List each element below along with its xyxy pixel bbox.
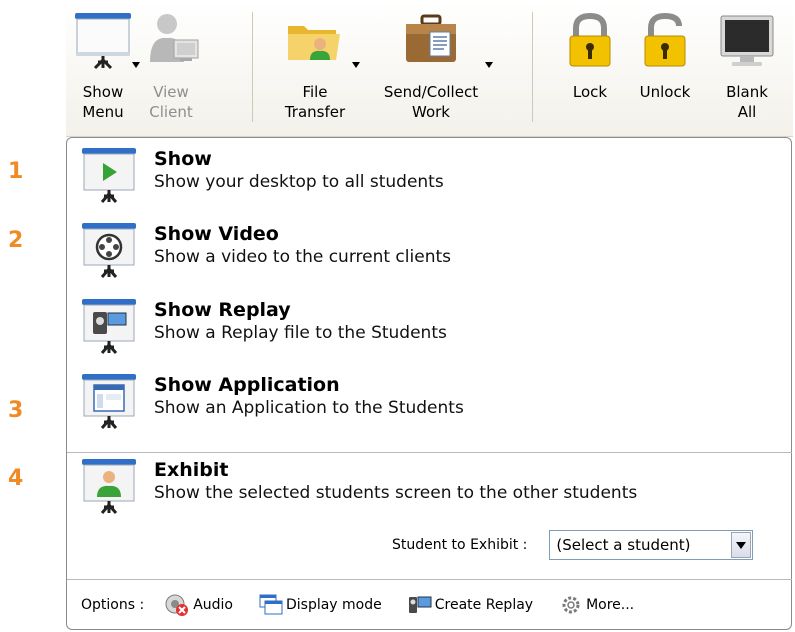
step-number-3: 3 xyxy=(8,398,24,423)
show-video-title: Show Video xyxy=(154,223,279,245)
options-label: Options : xyxy=(81,596,145,613)
panel-divider xyxy=(67,452,792,453)
lock-label: Lock xyxy=(572,83,608,101)
view-client-button[interactable]: View Client xyxy=(136,10,206,126)
blank-all-label: Blank All xyxy=(726,83,768,121)
display-mode-label: Display mode xyxy=(285,596,382,613)
file-transfer-button[interactable]: File Transfer xyxy=(280,10,360,126)
application-window-screen-icon xyxy=(80,372,138,430)
create-replay-option[interactable]: Create Replay xyxy=(408,594,533,616)
unlock-label: Unlock xyxy=(639,83,691,101)
blank-all-button[interactable]: Blank All xyxy=(712,10,782,126)
show-description: Show your desktop to all students xyxy=(154,172,444,192)
unlock-button[interactable]: Unlock xyxy=(630,10,700,126)
create-replay-label: Create Replay xyxy=(434,596,534,613)
camcorder-screen-icon xyxy=(80,297,138,355)
user-monitor-icon xyxy=(140,10,202,72)
show-replay-title: Show Replay xyxy=(154,299,291,321)
padlock-open-icon xyxy=(634,10,696,72)
dropdown-arrow-button[interactable] xyxy=(731,532,752,558)
briefcase-icon xyxy=(400,10,493,72)
menu-item-show-replay[interactable]: Show Replay Show a Replay file to the St… xyxy=(80,297,447,355)
student-to-exhibit-label: Student to Exhibit : xyxy=(392,537,528,553)
more-label: More... xyxy=(586,596,635,613)
exhibit-description: Show the selected students screen to the… xyxy=(154,483,638,503)
display-mode-icon xyxy=(259,594,283,614)
lock-button[interactable]: Lock xyxy=(555,10,625,126)
view-client-label: View Client xyxy=(149,83,193,121)
step-number-4: 4 xyxy=(8,466,24,491)
student-to-exhibit-row: Student to Exhibit : (Select a student) xyxy=(392,530,754,560)
gear-icon xyxy=(562,596,580,613)
show-application-description: Show an Application to the Students xyxy=(154,398,464,418)
menu-item-show-video[interactable]: Show Video Show a video to the current c… xyxy=(80,221,451,279)
display-mode-option[interactable]: Display mode xyxy=(259,594,382,616)
monitor-icon xyxy=(716,10,778,72)
send-collect-work-button[interactable]: Send/Collect Work xyxy=(376,10,493,126)
step-number-2: 2 xyxy=(8,228,24,253)
student-select-value: (Select a student) xyxy=(556,536,691,554)
play-screen-icon xyxy=(80,146,138,204)
exhibit-title: Exhibit xyxy=(154,459,229,481)
speaker-muted-icon xyxy=(165,594,189,616)
step-number-1: 1 xyxy=(8,159,24,184)
student-screen-icon xyxy=(80,457,138,515)
menu-item-show[interactable]: Show Show your desktop to all students xyxy=(80,146,444,204)
student-select-dropdown[interactable]: (Select a student) xyxy=(549,530,754,560)
menu-item-show-application[interactable]: Show Application Show an Application to … xyxy=(80,372,464,430)
padlock-closed-icon xyxy=(559,10,621,72)
audio-option[interactable]: Audio xyxy=(164,593,233,617)
camcorder-icon xyxy=(408,596,432,613)
audio-label: Audio xyxy=(193,596,233,613)
options-row: Options : Audio Display mode Create Repl… xyxy=(67,580,792,629)
show-menu-button[interactable]: Show Menu xyxy=(68,10,140,126)
show-menu-label: Show Menu xyxy=(82,83,124,121)
toolbar-divider xyxy=(532,12,533,122)
chevron-down-icon xyxy=(736,541,747,549)
more-option[interactable]: More... xyxy=(559,593,634,617)
send-collect-work-label: Send/Collect Work xyxy=(383,83,479,121)
toolbar: Show Menu View Client File Transfer Send… xyxy=(66,0,793,137)
file-transfer-label: File Transfer xyxy=(284,83,346,121)
film-reel-screen-icon xyxy=(80,221,138,279)
projector-screen-icon xyxy=(72,10,140,72)
show-application-title: Show Application xyxy=(154,374,340,396)
show-title: Show xyxy=(154,148,212,170)
show-replay-description: Show a Replay file to the Students xyxy=(154,323,447,343)
menu-item-exhibit[interactable]: Exhibit Show the selected students scree… xyxy=(80,457,637,515)
toolbar-divider xyxy=(252,12,253,122)
folder-user-icon xyxy=(284,10,360,72)
show-video-description: Show a video to the current clients xyxy=(154,247,451,267)
